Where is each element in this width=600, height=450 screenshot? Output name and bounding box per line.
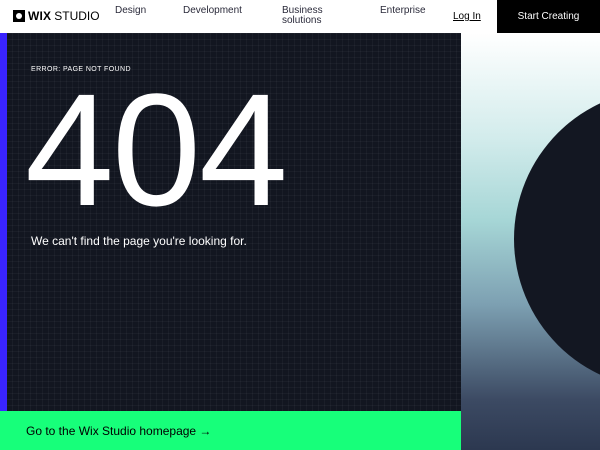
top-nav-bar: WIX STUDIO Design Development Business s… bbox=[0, 0, 600, 34]
logo-icon bbox=[13, 10, 25, 22]
error-message: We can't find the page you're looking fo… bbox=[31, 234, 247, 248]
homepage-cta-button[interactable]: Go to the Wix Studio homepage → bbox=[0, 411, 461, 450]
homepage-cta-label: Go to the Wix Studio homepage → bbox=[26, 423, 212, 438]
decorative-panel bbox=[461, 33, 600, 450]
decorative-circle bbox=[514, 89, 600, 389]
nav-design[interactable]: Design bbox=[115, 6, 146, 16]
nav-enterprise[interactable]: Enterprise bbox=[380, 6, 426, 16]
wix-studio-logo[interactable]: WIX STUDIO bbox=[13, 9, 100, 23]
logo-wordmark-wix: WIX bbox=[28, 9, 52, 23]
nav-development[interactable]: Development bbox=[183, 6, 242, 16]
logo-wordmark-studio: STUDIO bbox=[54, 9, 100, 23]
nav-business-solutions[interactable]: Business solutions bbox=[282, 6, 332, 26]
start-creating-button[interactable]: Start Creating bbox=[497, 0, 600, 33]
accent-strip bbox=[0, 33, 7, 411]
login-link[interactable]: Log In bbox=[453, 11, 481, 22]
error-code: 404 bbox=[25, 60, 288, 239]
